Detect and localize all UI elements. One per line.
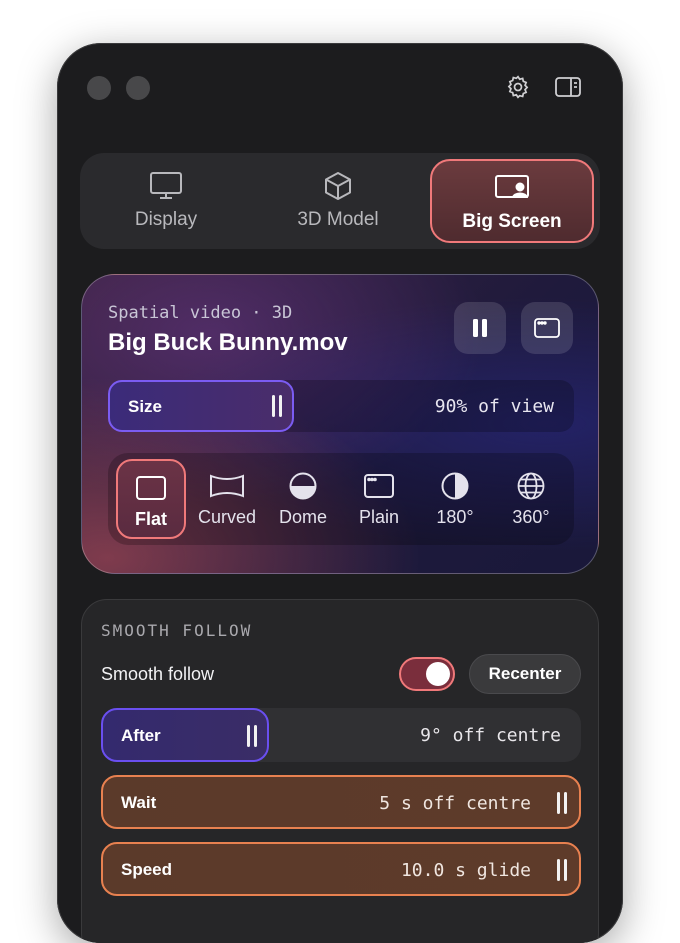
slider-grip-icon[interactable] [247, 725, 257, 747]
mode-label: Dome [278, 507, 327, 527]
tab-label: Display [134, 209, 198, 230]
after-slider[interactable]: After 9° off centre [101, 708, 581, 762]
tab-label: 3D Model [297, 209, 379, 230]
globe-icon [516, 471, 546, 501]
slider-grip-icon[interactable] [557, 859, 567, 881]
mode-label: 180° [436, 507, 474, 527]
wait-value: 5 s off centre [379, 793, 531, 814]
mode-flat[interactable]: Flat [116, 459, 186, 539]
wait-label: Wait [121, 793, 157, 812]
dome-icon [288, 471, 318, 501]
size-slider-fill[interactable]: Size [108, 380, 295, 432]
section-heading: SMOOTH FOLLOW [101, 621, 253, 640]
mode-360[interactable]: 360° [496, 459, 566, 539]
window-minimize-dot[interactable] [126, 76, 150, 100]
media-subtitle: Spatial video · 3D [108, 303, 293, 323]
curved-screen-icon [209, 471, 245, 501]
mode-label: Curved [197, 507, 257, 527]
smooth-follow-toggle[interactable] [399, 657, 455, 691]
smooth-follow-panel: SMOOTH FOLLOW Smooth follow Recenter Aft… [81, 599, 599, 943]
window-mode-button[interactable] [521, 302, 573, 354]
tab-3d-model[interactable]: 3D Model [258, 159, 418, 243]
mode-180[interactable]: 180° [420, 459, 490, 539]
after-value: 9° off centre [420, 725, 561, 746]
app-window: Display 3D Model Big Screen Spatial vide… [57, 43, 623, 943]
speed-label: Speed [121, 860, 173, 879]
recenter-button[interactable]: Recenter [469, 654, 581, 694]
speed-value: 10.0 s glide [400, 860, 531, 881]
mode-dome[interactable]: Dome [268, 459, 338, 539]
flat-screen-icon [135, 473, 167, 503]
media-title: Big Buck Bunny.mov [108, 329, 348, 356]
mode-label: Plain [358, 507, 400, 527]
tab-big-screen[interactable]: Big Screen [430, 159, 594, 243]
size-label: Size [128, 397, 163, 416]
window-close-dot[interactable] [87, 76, 111, 100]
mode-label: Flat [134, 509, 167, 529]
sidebar-toggle-icon[interactable] [554, 73, 582, 101]
size-slider[interactable]: Size 90% of view [108, 380, 574, 432]
monitor-icon [149, 171, 183, 201]
big-screen-icon [494, 173, 530, 203]
player-card: Spatial video · 3D Big Buck Bunny.mov Si… [81, 274, 599, 574]
wait-slider[interactable]: Wait 5 s off centre [101, 775, 581, 829]
smooth-follow-label: Smooth follow [101, 664, 215, 684]
window-icon [534, 318, 560, 338]
speed-slider[interactable]: Speed 10.0 s glide [101, 842, 581, 896]
tab-label: Big Screen [462, 211, 562, 232]
size-value: 90% of view [434, 396, 554, 417]
plain-window-icon [363, 471, 395, 501]
mode-label: 360° [512, 507, 550, 527]
cube-icon [323, 171, 353, 201]
after-slider-fill[interactable]: After [101, 708, 269, 762]
pause-icon [473, 319, 487, 337]
pause-button[interactable] [454, 302, 506, 354]
after-label: After [121, 726, 161, 745]
slider-grip-icon[interactable] [272, 395, 283, 417]
mode-tab-bar: Display 3D Model Big Screen [80, 153, 600, 249]
gear-icon[interactable] [504, 73, 532, 101]
mode-curved[interactable]: Curved [192, 459, 262, 539]
mode-plain[interactable]: Plain [344, 459, 414, 539]
slider-grip-icon[interactable] [557, 792, 567, 814]
half-circle-icon [440, 471, 470, 501]
tab-display[interactable]: Display [86, 159, 246, 243]
screen-shape-picker: Flat Curved Dome Plain 180° 360° [108, 453, 574, 545]
